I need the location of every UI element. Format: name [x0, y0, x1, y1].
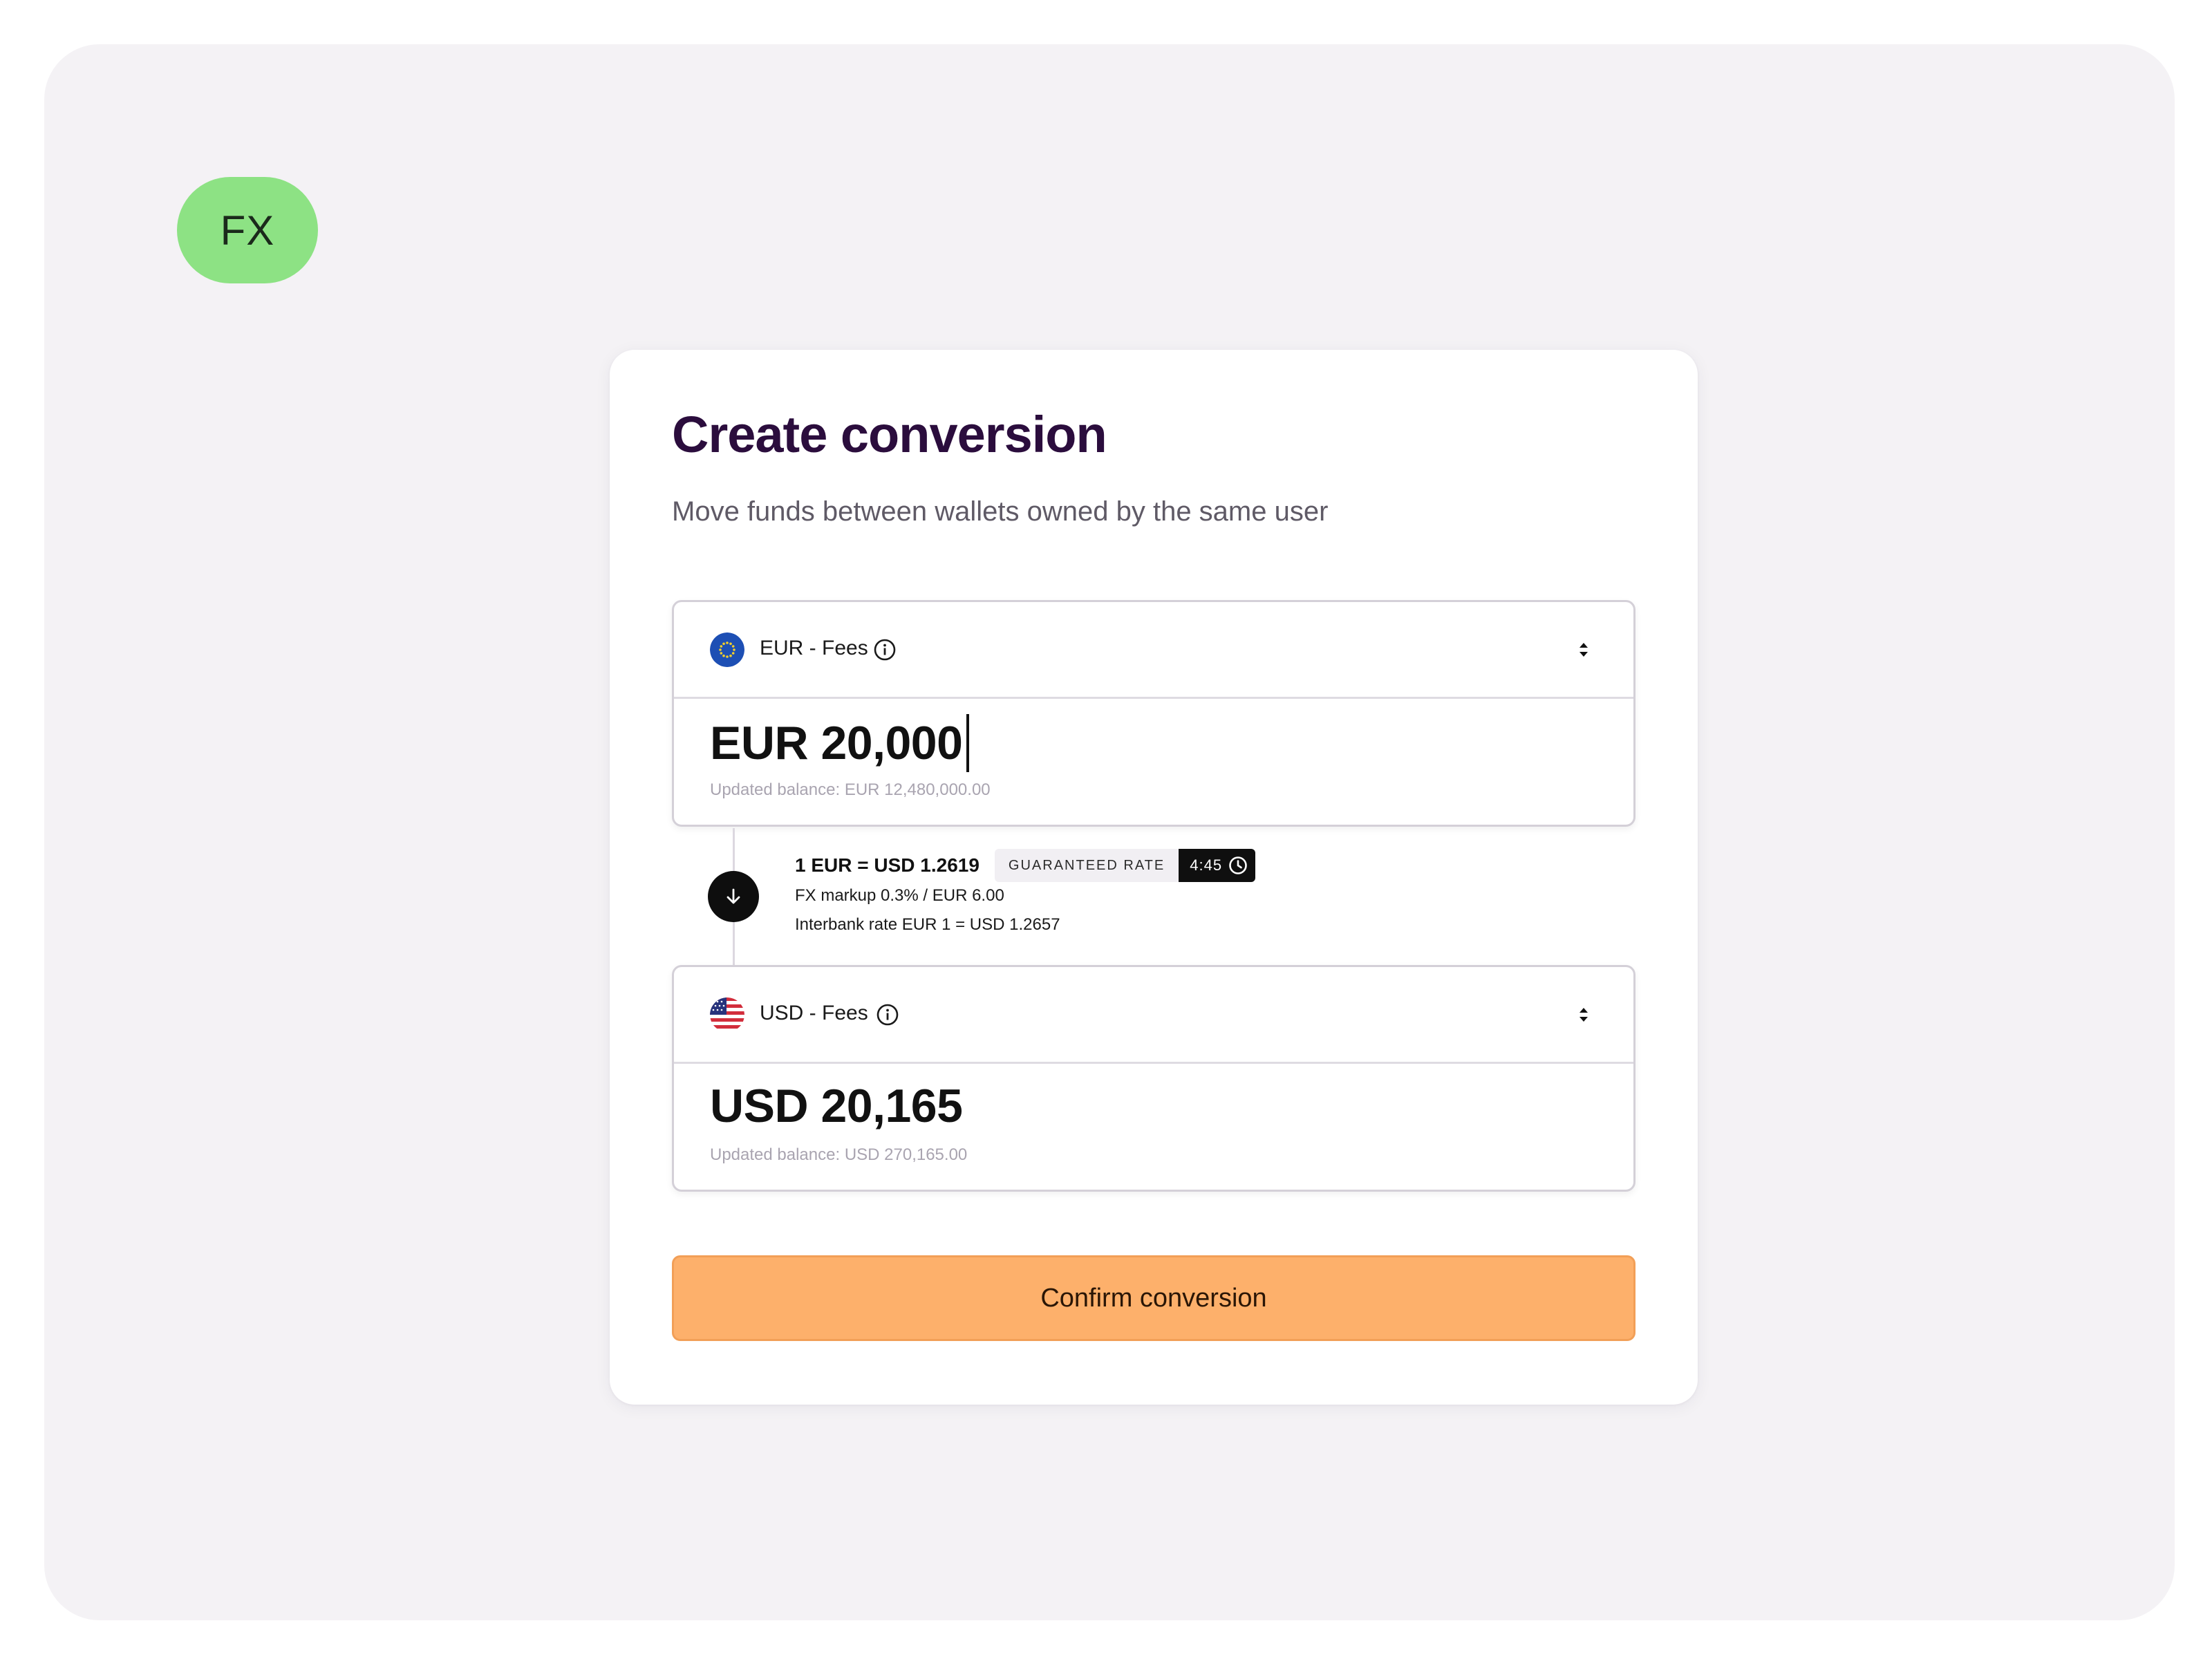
clock-icon — [1229, 856, 1247, 874]
select-chevrons-icon[interactable] — [1577, 1004, 1591, 1025]
confirm-conversion-button[interactable]: Confirm conversion — [672, 1255, 1635, 1341]
guaranteed-rate-badge: GUARANTEED RATE — [994, 849, 1179, 882]
page-subtitle: Move funds between wallets owned by the … — [672, 496, 1329, 527]
to-updated-balance: Updated balance: USD 270,165.00 — [710, 1145, 968, 1164]
from-amount-value: EUR 20,000 — [710, 717, 963, 769]
us-flag-icon — [710, 997, 744, 1032]
select-chevrons-icon[interactable] — [1577, 639, 1591, 660]
from-wallet-select[interactable]: EUR - Fees — [674, 602, 1633, 699]
exchange-rate: 1 EUR = USD 1.2619 — [795, 854, 980, 876]
eu-flag-icon — [710, 632, 744, 667]
fx-logo: FX — [177, 177, 318, 283]
info-icon[interactable] — [873, 638, 897, 662]
to-wallet-select[interactable]: USD - Fees — [674, 967, 1633, 1064]
from-wallet-name: EUR - Fees — [760, 637, 868, 659]
to-wallet-panel: USD - Fees USD 20,165 Updated balance: U… — [672, 965, 1635, 1192]
conversion-card: Create conversion Move funds between wal… — [610, 350, 1698, 1405]
app-background: FX Create conversion Move funds between … — [44, 44, 2175, 1620]
from-amount-input[interactable]: EUR 20,000 — [710, 714, 970, 772]
swap-direction-button[interactable] — [708, 871, 759, 922]
from-wallet-panel: EUR - Fees EUR 20,000 Updated balance: E… — [672, 600, 1635, 827]
text-cursor — [966, 714, 970, 772]
fx-markup: FX markup 0.3% / EUR 6.00 — [795, 886, 1004, 905]
page-title: Create conversion — [672, 406, 1107, 463]
from-updated-balance: Updated balance: EUR 12,480,000.00 — [710, 780, 991, 799]
to-wallet-name: USD - Fees — [760, 1002, 868, 1024]
interbank-rate: Interbank rate EUR 1 = USD 1.2657 — [795, 915, 1060, 934]
exchange-rate-row: 1 EUR = USD 1.2619 GUARANTEED RATE 4:45 — [795, 849, 1256, 882]
to-amount-value: USD 20,165 — [710, 1080, 963, 1132]
logo-text: FX — [220, 207, 275, 254]
arrow-down-icon — [727, 888, 740, 904]
rate-timer-value: 4:45 — [1190, 856, 1223, 874]
info-icon[interactable] — [876, 1003, 899, 1027]
rate-timer: 4:45 — [1179, 849, 1256, 882]
